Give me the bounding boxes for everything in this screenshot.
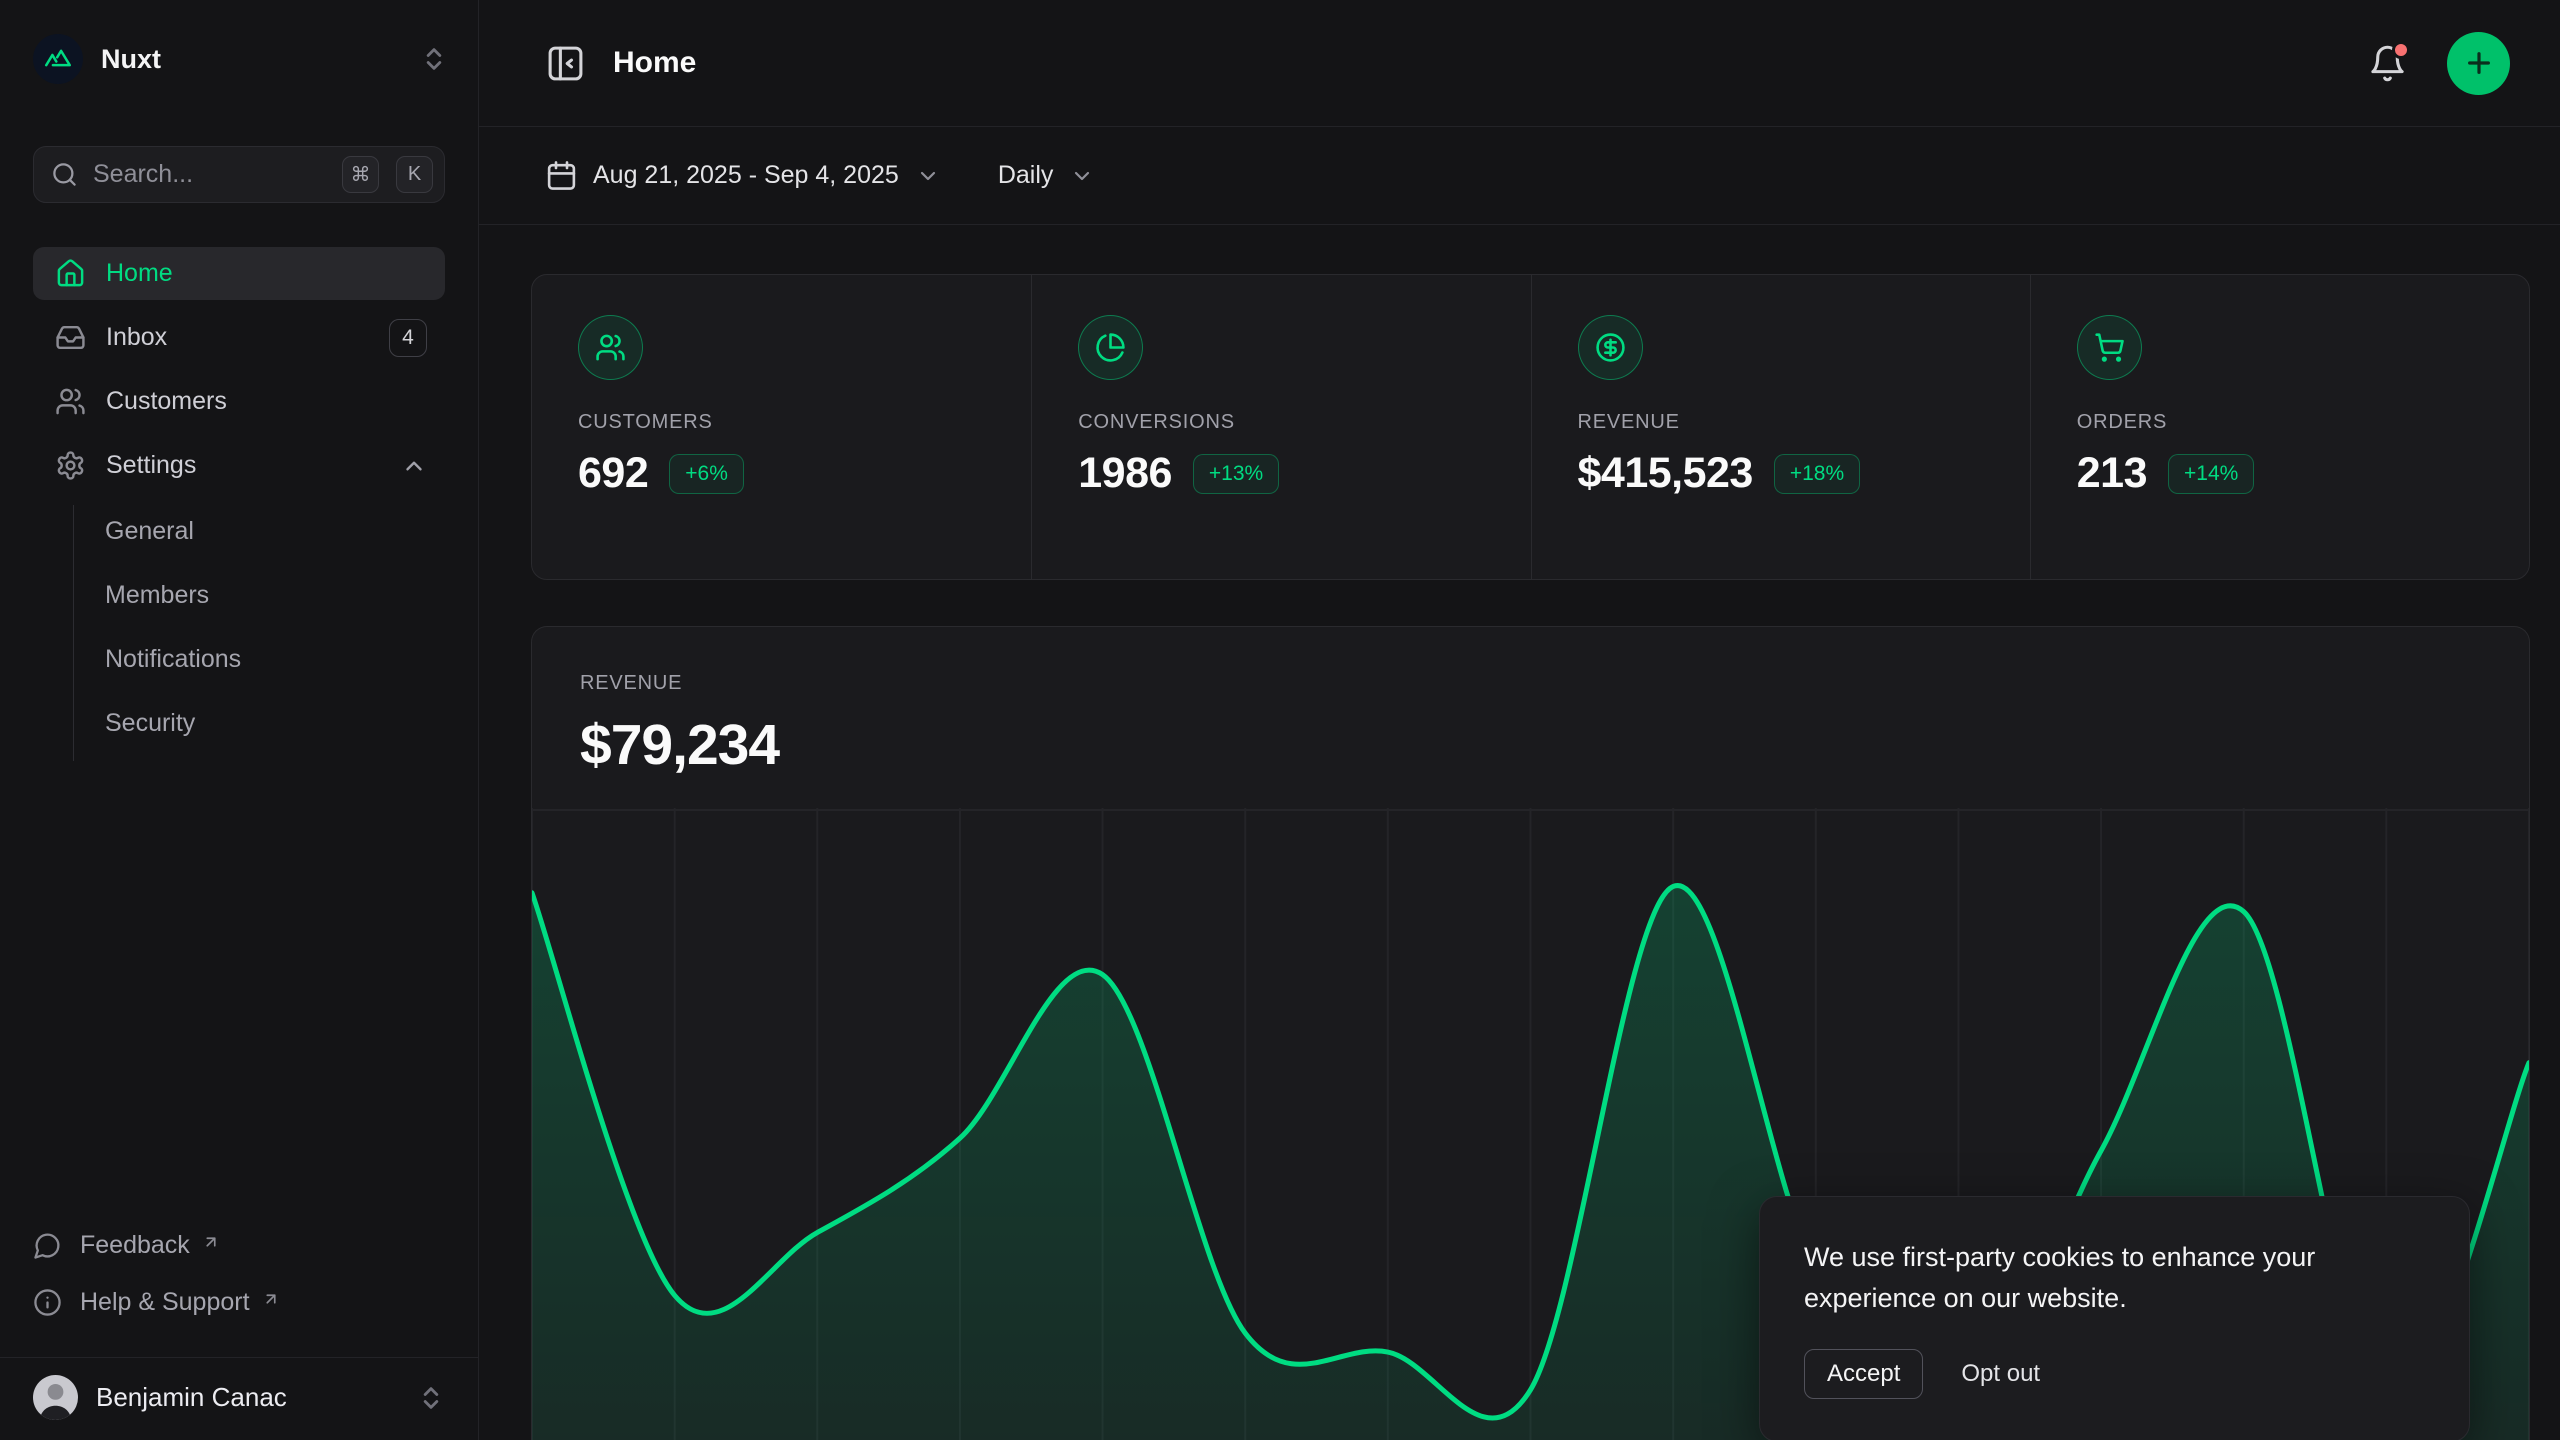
stats-card: CUSTOMERS 692 +6% CONVERSIONS 1986 [531, 274, 2530, 580]
user-name: Benjamin Canac [96, 1382, 399, 1413]
search-box[interactable]: ⌘ K [33, 146, 445, 203]
stat-value: $415,523 [1578, 449, 1753, 498]
arrow-up-right-icon [202, 1233, 220, 1251]
help-support-label: Help & Support [80, 1288, 250, 1317]
stat-icon-circle [1578, 315, 1643, 380]
add-button[interactable] [2447, 32, 2510, 95]
subnav-label: General [105, 517, 194, 546]
stat-customers[interactable]: CUSTOMERS 692 +6% [532, 275, 1031, 579]
house-icon [55, 258, 86, 289]
avatar [33, 1375, 78, 1420]
sidebar-item-label: Inbox [106, 323, 167, 352]
subnav-label: Notifications [105, 645, 241, 674]
stat-icon-circle [1078, 315, 1143, 380]
cookie-actions: Accept Opt out [1804, 1349, 2425, 1399]
accept-button[interactable]: Accept [1804, 1349, 1923, 1399]
search-icon [51, 161, 78, 188]
chart-current-value: $79,234 [580, 712, 2481, 778]
feedback-label: Feedback [80, 1231, 190, 1260]
stat-delta-badge: +18% [1774, 454, 1860, 494]
stat-value: 692 [578, 449, 648, 498]
sidebar-user-section: Benjamin Canac [0, 1357, 478, 1440]
workspace-switcher[interactable]: Nuxt [33, 30, 448, 88]
stat-icon-circle [578, 315, 643, 380]
shopping-cart-icon [2094, 332, 2125, 363]
date-range-picker[interactable]: Aug 21, 2025 - Sep 4, 2025 [545, 159, 940, 192]
notification-dot [2392, 41, 2410, 59]
sidebar-item-label: Settings [106, 451, 196, 480]
sidebar-nav: Home Inbox 4 Customers [33, 247, 445, 492]
search-input[interactable] [93, 160, 325, 189]
stat-conversions[interactable]: CONVERSIONS 1986 +13% [1031, 275, 1530, 579]
plus-icon [2463, 47, 2495, 79]
stat-value: 213 [2077, 449, 2147, 498]
stat-value: 1986 [1078, 449, 1172, 498]
sidebar-item-notifications[interactable]: Notifications [105, 633, 445, 686]
message-circle-icon [33, 1231, 62, 1260]
stat-label: ORDERS [2077, 411, 2483, 434]
stat-label: CUSTOMERS [578, 411, 985, 434]
granularity-select[interactable]: Daily [998, 161, 1095, 190]
sidebar-item-general[interactable]: General [105, 505, 445, 558]
stat-label: CONVERSIONS [1078, 411, 1484, 434]
opt-out-button[interactable]: Opt out [1961, 1360, 2040, 1388]
workspace-name: Nuxt [101, 44, 402, 75]
sidebar-item-settings[interactable]: Settings [33, 439, 445, 492]
filter-bar: Aug 21, 2025 - Sep 4, 2025 Daily [479, 127, 2560, 225]
feedback-link[interactable]: Feedback [33, 1231, 220, 1260]
inbox-icon [55, 322, 86, 353]
stat-orders[interactable]: ORDERS 213 +14% [2030, 275, 2529, 579]
kbd-meta: ⌘ [342, 156, 379, 193]
help-support-link[interactable]: Help & Support [33, 1288, 280, 1317]
granularity-label: Daily [998, 161, 1054, 190]
chevron-down-icon [1070, 164, 1094, 188]
date-range-label: Aug 21, 2025 - Sep 4, 2025 [593, 161, 899, 190]
subnav-label: Security [105, 709, 195, 738]
panel-left-close-icon[interactable] [545, 43, 586, 84]
chevrons-up-down-icon [417, 1384, 445, 1412]
cookie-message: We use first-party cookies to enhance yo… [1804, 1237, 2425, 1319]
sidebar-item-members[interactable]: Members [105, 569, 445, 622]
sidebar-footer-links: Feedback Help & Support [33, 1231, 445, 1317]
info-circle-icon [33, 1288, 62, 1317]
chart-header: REVENUE $79,234 [532, 627, 2529, 778]
settings-subnav: General Members Notifications Security [73, 505, 445, 761]
sidebar-item-security[interactable]: Security [105, 697, 445, 750]
calendar-icon [545, 159, 578, 192]
sidebar-item-home[interactable]: Home [33, 247, 445, 300]
chevron-down-icon [916, 164, 940, 188]
nuxt-logo-icon [33, 34, 83, 84]
chevron-up-icon [401, 453, 427, 479]
notifications-button[interactable] [2368, 44, 2407, 83]
pie-chart-icon [1095, 332, 1126, 363]
sidebar-item-label: Home [106, 259, 173, 288]
user-menu[interactable]: Benjamin Canac [33, 1375, 445, 1420]
stat-delta-badge: +6% [669, 454, 744, 494]
sidebar-item-label: Customers [106, 387, 227, 416]
sidebar-item-customers[interactable]: Customers [33, 375, 445, 428]
kbd-k: K [396, 156, 433, 193]
users-icon [55, 386, 86, 417]
stat-icon-circle [2077, 315, 2142, 380]
stat-delta-badge: +14% [2168, 454, 2254, 494]
circle-dollar-icon [1595, 332, 1626, 363]
cookie-banner: We use first-party cookies to enhance yo… [1759, 1196, 2470, 1440]
stat-delta-badge: +13% [1193, 454, 1279, 494]
sidebar: Nuxt ⌘ K Home [0, 0, 479, 1440]
inbox-unread-badge: 4 [389, 319, 427, 357]
subnav-label: Members [105, 581, 209, 610]
users-icon [595, 332, 626, 363]
arrow-up-right-icon [262, 1290, 280, 1308]
sidebar-spacer [0, 761, 478, 1231]
gear-icon [55, 450, 86, 481]
page-title: Home [613, 46, 2368, 80]
chevrons-up-down-icon [420, 45, 448, 73]
stat-revenue[interactable]: REVENUE $415,523 +18% [1531, 275, 2030, 579]
stat-label: REVENUE [1578, 411, 1984, 434]
topbar: Home [479, 0, 2560, 127]
chart-title: REVENUE [580, 672, 2481, 695]
sidebar-item-inbox[interactable]: Inbox 4 [33, 311, 445, 364]
